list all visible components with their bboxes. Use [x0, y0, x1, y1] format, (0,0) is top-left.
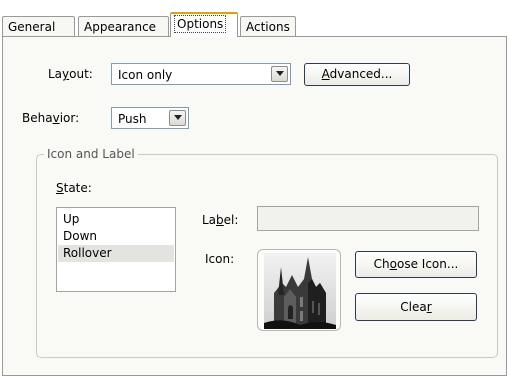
- behavior-label: Behavior:: [22, 111, 80, 125]
- choose-icon-button[interactable]: Choose Icon...: [355, 251, 477, 278]
- options-content: Layout: Icon only Advanced... Behavior: …: [0, 0, 510, 379]
- list-item[interactable]: Up: [58, 211, 174, 228]
- layout-label: Layout:: [48, 67, 93, 81]
- chevron-down-icon[interactable]: [271, 66, 288, 82]
- label-input[interactable]: [257, 206, 479, 231]
- list-item[interactable]: Down: [58, 228, 174, 245]
- layout-select[interactable]: Icon only: [111, 63, 291, 85]
- cathedral-photo-icon: [264, 253, 336, 329]
- icon-preview: [257, 249, 341, 331]
- behavior-select-value: Push: [118, 112, 147, 126]
- clear-button[interactable]: Clear: [355, 293, 477, 321]
- chevron-down-icon[interactable]: [169, 110, 186, 126]
- list-item[interactable]: Rollover: [58, 245, 174, 262]
- advanced-button[interactable]: Advanced...: [304, 63, 410, 86]
- button-properties-dialog: General Appearance Options Actions Layou…: [0, 0, 510, 379]
- state-listbox[interactable]: Up Down Rollover: [56, 207, 176, 292]
- icon-field-label: Icon:: [205, 252, 235, 266]
- label-field-label: Label:: [202, 213, 239, 227]
- behavior-select[interactable]: Push: [111, 107, 189, 129]
- state-label: State:: [56, 181, 92, 195]
- layout-select-value: Icon only: [118, 68, 173, 82]
- group-title: Icon and Label: [44, 146, 138, 162]
